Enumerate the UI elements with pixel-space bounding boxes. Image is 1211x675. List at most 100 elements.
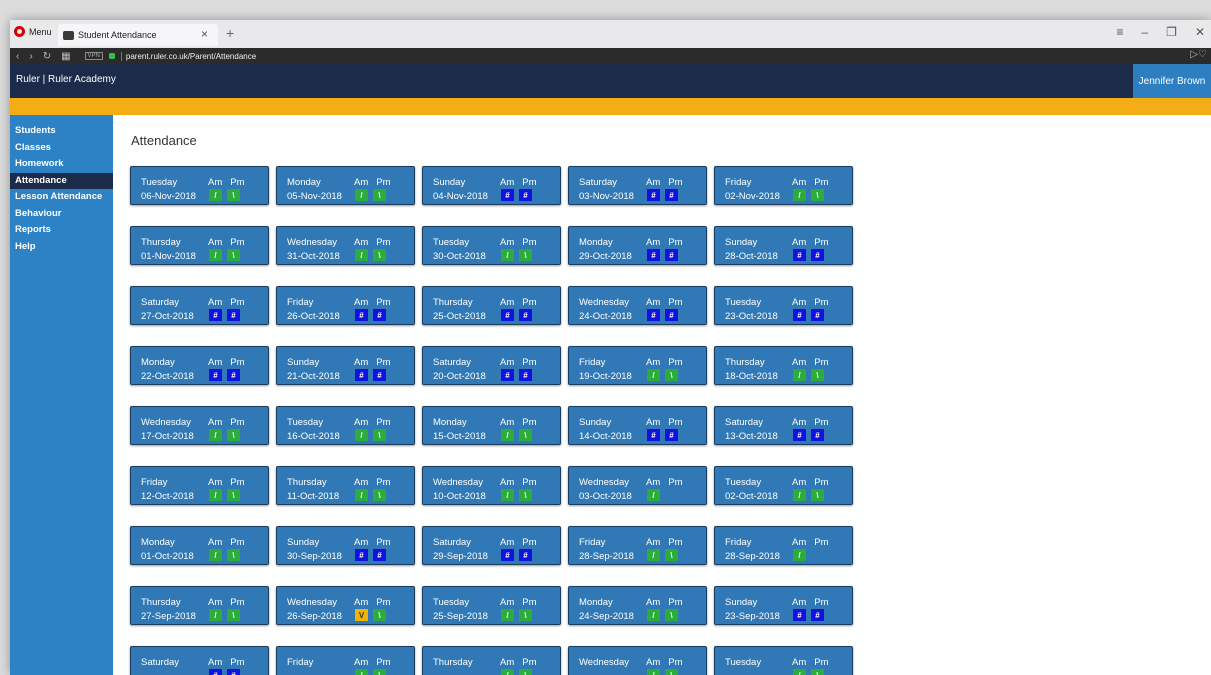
- speed-dial-icon[interactable]: ▦: [61, 51, 70, 62]
- attendance-card[interactable]: Tuesday 25-Sep-2018 Am Pm / \: [422, 586, 561, 625]
- back-icon[interactable]: ‹: [16, 51, 19, 62]
- attendance-card[interactable]: Saturday 20-Oct-2018 Am Pm # #: [422, 346, 561, 385]
- attendance-card[interactable]: Thursday 27-Sep-2018 Am Pm / \: [130, 586, 269, 625]
- close-tab-icon[interactable]: ×: [201, 27, 208, 41]
- am-mark: #: [793, 249, 806, 261]
- attendance-card[interactable]: Wednesday Am Pm / \: [568, 646, 707, 675]
- attendance-card[interactable]: Tuesday 06-Nov-2018 Am Pm / \: [130, 166, 269, 205]
- attendance-card[interactable]: Sunday 28-Oct-2018 Am Pm # #: [714, 226, 853, 265]
- sidebar-item-lesson-attendance[interactable]: Lesson Attendance: [10, 189, 113, 206]
- card-day: Tuesday: [433, 597, 470, 608]
- attendance-card[interactable]: Sunday 30-Sep-2018 Am Pm # #: [276, 526, 415, 565]
- attendance-card[interactable]: Friday Am Pm / \: [276, 646, 415, 675]
- brand-title[interactable]: Ruler | Ruler Academy: [16, 74, 116, 85]
- sidebar-item-homework[interactable]: Homework: [10, 156, 113, 173]
- sidebar-item-reports[interactable]: Reports: [10, 222, 113, 239]
- card-date: 28-Sep-2018: [725, 551, 780, 562]
- attendance-card[interactable]: Thursday 11-Oct-2018 Am Pm / \: [276, 466, 415, 505]
- attendance-card[interactable]: Saturday 29-Sep-2018 Am Pm # #: [422, 526, 561, 565]
- attendance-card[interactable]: Tuesday Am Pm / \: [714, 646, 853, 675]
- am-label: Am: [500, 297, 515, 308]
- tab-student-attendance[interactable]: Student Attendance ×: [58, 24, 218, 46]
- sidebar-item-behaviour[interactable]: Behaviour: [10, 206, 113, 223]
- sidebar-item-classes[interactable]: Classes: [10, 140, 113, 157]
- sidebar-item-attendance[interactable]: Attendance: [10, 172, 113, 189]
- card-date: 24-Oct-2018: [579, 311, 632, 322]
- attendance-card[interactable]: Tuesday 30-Oct-2018 Am Pm / \: [422, 226, 561, 265]
- bookmark-heart-icon[interactable]: ▷♡: [1190, 49, 1207, 60]
- attendance-card[interactable]: Monday 24-Sep-2018 Am Pm / \: [568, 586, 707, 625]
- pm-mark: \: [227, 609, 240, 621]
- pm-label: Pm: [230, 237, 245, 248]
- attendance-card[interactable]: Saturday 13-Oct-2018 Am Pm # #: [714, 406, 853, 445]
- pm-label: Pm: [668, 237, 683, 248]
- card-date: 30-Oct-2018: [433, 251, 486, 262]
- attendance-card[interactable]: Saturday 27-Oct-2018 Am Pm # #: [130, 286, 269, 325]
- user-menu-button[interactable]: Jennifer Brown: [1133, 64, 1211, 98]
- attendance-card[interactable]: Saturday Am Pm # #: [130, 646, 269, 675]
- attendance-card[interactable]: Thursday Am Pm / \: [422, 646, 561, 675]
- am-mark: #: [647, 189, 660, 201]
- attendance-card[interactable]: Friday 19-Oct-2018 Am Pm / \: [568, 346, 707, 385]
- attendance-card[interactable]: Sunday 21-Oct-2018 Am Pm # #: [276, 346, 415, 385]
- card-date: 25-Sep-2018: [433, 611, 488, 622]
- attendance-card[interactable]: Wednesday 03-Oct-2018 Am Pm /: [568, 466, 707, 505]
- am-mark: /: [501, 429, 514, 441]
- attendance-card[interactable]: Wednesday 10-Oct-2018 Am Pm / \: [422, 466, 561, 505]
- minimize-icon[interactable]: –: [1141, 25, 1148, 39]
- card-date: 29-Sep-2018: [433, 551, 488, 562]
- attendance-card[interactable]: Monday 22-Oct-2018 Am Pm # #: [130, 346, 269, 385]
- attendance-card[interactable]: Wednesday 31-Oct-2018 Am Pm / \: [276, 226, 415, 265]
- am-label: Am: [500, 237, 515, 248]
- reload-icon[interactable]: ↻: [43, 51, 51, 62]
- am-pm-header: Am Pm: [646, 237, 683, 248]
- vpn-badge[interactable]: VPN: [84, 52, 103, 60]
- lock-icon[interactable]: [108, 53, 115, 59]
- attendance-card[interactable]: Thursday 18-Oct-2018 Am Pm / \: [714, 346, 853, 385]
- attendance-card[interactable]: Thursday 01-Nov-2018 Am Pm / \: [130, 226, 269, 265]
- am-label: Am: [792, 597, 807, 608]
- attendance-card[interactable]: Friday 26-Oct-2018 Am Pm # #: [276, 286, 415, 325]
- sidebar-item-students[interactable]: Students: [10, 123, 113, 140]
- attendance-card[interactable]: Monday 29-Oct-2018 Am Pm # #: [568, 226, 707, 265]
- pm-mark: #: [665, 249, 678, 261]
- attendance-card[interactable]: Wednesday 26-Sep-2018 Am Pm V \: [276, 586, 415, 625]
- pm-mark: \: [811, 369, 824, 381]
- attendance-card[interactable]: Monday 15-Oct-2018 Am Pm / \: [422, 406, 561, 445]
- am-mark: /: [647, 369, 660, 381]
- attendance-card[interactable]: Friday 02-Nov-2018 Am Pm / \: [714, 166, 853, 205]
- attendance-card[interactable]: Monday 05-Nov-2018 Am Pm / \: [276, 166, 415, 205]
- attendance-card[interactable]: Saturday 03-Nov-2018 Am Pm # #: [568, 166, 707, 205]
- am-mark: #: [501, 549, 514, 561]
- attendance-card[interactable]: Friday 12-Oct-2018 Am Pm / \: [130, 466, 269, 505]
- card-day: Sunday: [579, 417, 612, 428]
- attendance-card[interactable]: Tuesday 23-Oct-2018 Am Pm # #: [714, 286, 853, 325]
- pm-mark: #: [519, 369, 532, 381]
- am-label: Am: [792, 357, 807, 368]
- opera-menu-button[interactable]: Menu: [14, 26, 52, 37]
- attendance-card[interactable]: Sunday 04-Nov-2018 Am Pm # #: [422, 166, 561, 205]
- attendance-card[interactable]: Sunday 23-Sep-2018 Am Pm # #: [714, 586, 853, 625]
- tab-menu-icon[interactable]: ≡: [1116, 25, 1123, 39]
- attendance-card[interactable]: Sunday 14-Oct-2018 Am Pm # #: [568, 406, 707, 445]
- am-pm-header: Am Pm: [646, 357, 683, 368]
- attendance-card[interactable]: Friday 28-Sep-2018 Am Pm /: [714, 526, 853, 565]
- attendance-card[interactable]: Wednesday 17-Oct-2018 Am Pm / \: [130, 406, 269, 445]
- attendance-card[interactable]: Monday 01-Oct-2018 Am Pm / \: [130, 526, 269, 565]
- attendance-card[interactable]: Thursday 25-Oct-2018 Am Pm # #: [422, 286, 561, 325]
- pm-mark: \: [227, 429, 240, 441]
- restore-icon[interactable]: ❐: [1166, 25, 1177, 39]
- close-window-icon[interactable]: ✕: [1195, 25, 1205, 39]
- pm-label: Pm: [814, 297, 829, 308]
- am-mark: /: [355, 189, 368, 201]
- pm-label: Pm: [522, 297, 537, 308]
- sidebar-item-help[interactable]: Help: [10, 239, 113, 256]
- new-tab-button[interactable]: +: [226, 25, 234, 41]
- url-field[interactable]: parent.ruler.co.uk/Parent/Attendance: [120, 51, 256, 61]
- attendance-card[interactable]: Wednesday 24-Oct-2018 Am Pm # #: [568, 286, 707, 325]
- attendance-card[interactable]: Friday 28-Sep-2018 Am Pm / \: [568, 526, 707, 565]
- am-mark: #: [501, 309, 514, 321]
- attendance-card[interactable]: Tuesday 02-Oct-2018 Am Pm / \: [714, 466, 853, 505]
- forward-icon[interactable]: ›: [29, 51, 32, 62]
- attendance-card[interactable]: Tuesday 16-Oct-2018 Am Pm / \: [276, 406, 415, 445]
